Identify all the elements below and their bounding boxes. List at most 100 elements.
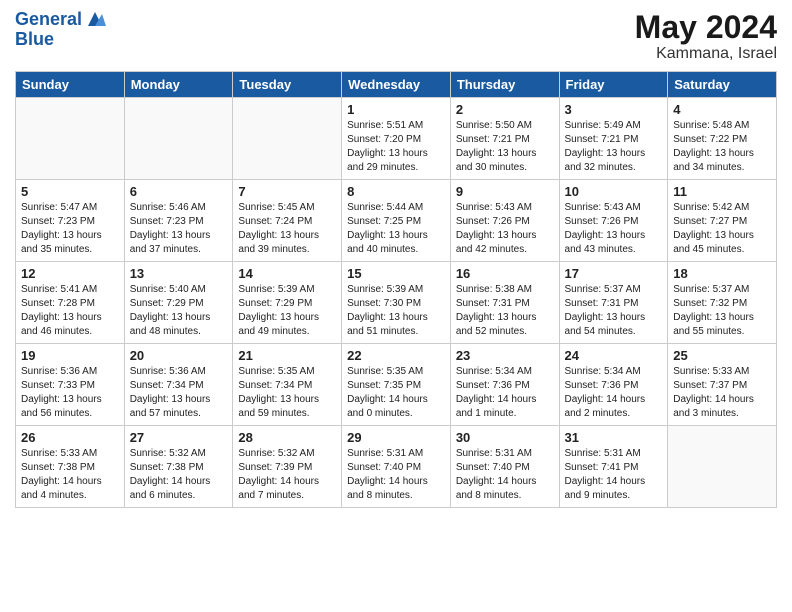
day-number: 6 [130,184,228,199]
location: Kammana, Israel [635,45,777,63]
day-number: 2 [456,102,554,117]
day-info: Sunrise: 5:35 AM Sunset: 7:35 PM Dayligh… [347,365,445,421]
calendar-cell: 12Sunrise: 5:41 AM Sunset: 7:28 PM Dayli… [16,262,125,344]
day-info: Sunrise: 5:37 AM Sunset: 7:31 PM Dayligh… [565,283,663,339]
logo-text: General [15,10,82,30]
day-number: 13 [130,266,228,281]
day-number: 15 [347,266,445,281]
calendar-page: General Blue May 2024 Kammana, Israel Su… [0,0,792,612]
calendar-cell: 23 Sunrise: 5:34 AM Sunset: 7:36 PM Dayli… [450,344,559,426]
day-number: 18 [673,266,771,281]
calendar-cell: 26 Sunrise: 5:33 AM Sunset: 7:38 PM Dayli… [16,426,125,508]
day-number: 7 [238,184,336,199]
day-info: Sunrise: 5:32 AM Sunset: 7:39 PM Dayligh… [238,447,336,503]
day-info: Sunrise: 5:32 AM Sunset: 7:38 PM Dayligh… [130,447,228,503]
calendar-cell [233,98,342,180]
day-number: 3 [565,102,663,117]
day-info: Sunrise: 5:39 AM Sunset: 7:30 PM Dayligh… [347,283,445,339]
day-info: Sunrise: 5:46 AM Sunset: 7:23 PM Dayligh… [130,201,228,257]
day-info: Sunrise: 5:47 AM Sunset: 7:23 PM Dayligh… [21,201,119,257]
calendar-cell: 19 Sunrise: 5:36 AM Sunset: 7:33 PM Dayli… [16,344,125,426]
day-number: 26 [21,430,119,445]
day-info: Sunrise: 5:36 AM Sunset: 7:34 PM Dayligh… [130,365,228,421]
day-number: 1 [347,102,445,117]
calendar-body: 1 Sunrise: 5:51 AM Sunset: 7:20 PM Daylig… [16,98,777,508]
day-number: 21 [238,348,336,363]
day-info: Sunrise: 5:34 AM Sunset: 7:36 PM Dayligh… [456,365,554,421]
header-saturday: Saturday [668,72,777,98]
calendar-cell: 6 Sunrise: 5:46 AM Sunset: 7:23 PM Daylig… [124,180,233,262]
calendar-cell: 5 Sunrise: 5:47 AM Sunset: 7:23 PM Daylig… [16,180,125,262]
day-number: 14 [238,266,336,281]
day-number: 30 [456,430,554,445]
calendar-cell: 31Sunrise: 5:31 AM Sunset: 7:41 PM Dayli… [559,426,668,508]
day-number: 8 [347,184,445,199]
day-info: Sunrise: 5:48 AM Sunset: 7:22 PM Dayligh… [673,119,771,175]
calendar-cell: 3Sunrise: 5:49 AM Sunset: 7:21 PM Daylig… [559,98,668,180]
calendar-cell: 4 Sunrise: 5:48 AM Sunset: 7:22 PM Daylig… [668,98,777,180]
calendar-cell: 1 Sunrise: 5:51 AM Sunset: 7:20 PM Daylig… [342,98,451,180]
calendar-cell: 24 Sunrise: 5:34 AM Sunset: 7:36 PM Dayli… [559,344,668,426]
day-info: Sunrise: 5:51 AM Sunset: 7:20 PM Dayligh… [347,119,445,175]
calendar-cell: 22 Sunrise: 5:35 AM Sunset: 7:35 PM Dayli… [342,344,451,426]
day-number: 31 [565,430,663,445]
day-info: Sunrise: 5:43 AM Sunset: 7:26 PM Dayligh… [456,201,554,257]
calendar-table: Sunday Monday Tuesday Wednesday Thursday… [15,71,777,508]
title-area: May 2024 Kammana, Israel [635,10,777,63]
day-info: Sunrise: 5:39 AM Sunset: 7:29 PM Dayligh… [238,283,336,339]
day-info: Sunrise: 5:43 AM Sunset: 7:26 PM Dayligh… [565,201,663,257]
calendar-cell: 25 Sunrise: 5:33 AM Sunset: 7:37 PM Dayli… [668,344,777,426]
day-number: 25 [673,348,771,363]
calendar-cell: 27 Sunrise: 5:32 AM Sunset: 7:38 PM Dayli… [124,426,233,508]
calendar-week-5: 26 Sunrise: 5:33 AM Sunset: 7:38 PM Dayli… [16,426,777,508]
day-number: 19 [21,348,119,363]
calendar-cell: 17Sunrise: 5:37 AM Sunset: 7:31 PM Dayli… [559,262,668,344]
day-info: Sunrise: 5:36 AM Sunset: 7:33 PM Dayligh… [21,365,119,421]
header-wednesday: Wednesday [342,72,451,98]
day-number: 11 [673,184,771,199]
calendar-cell: 28 Sunrise: 5:32 AM Sunset: 7:39 PM Dayli… [233,426,342,508]
calendar-cell: 30 Sunrise: 5:31 AM Sunset: 7:40 PM Dayli… [450,426,559,508]
calendar-cell: 29 Sunrise: 5:31 AM Sunset: 7:40 PM Dayli… [342,426,451,508]
calendar-week-4: 19 Sunrise: 5:36 AM Sunset: 7:33 PM Dayli… [16,344,777,426]
header-friday: Friday [559,72,668,98]
calendar-cell [124,98,233,180]
day-info: Sunrise: 5:34 AM Sunset: 7:36 PM Dayligh… [565,365,663,421]
header: General Blue May 2024 Kammana, Israel [15,10,777,63]
day-number: 12 [21,266,119,281]
day-info: Sunrise: 5:35 AM Sunset: 7:34 PM Dayligh… [238,365,336,421]
calendar-week-2: 5 Sunrise: 5:47 AM Sunset: 7:23 PM Daylig… [16,180,777,262]
day-info: Sunrise: 5:37 AM Sunset: 7:32 PM Dayligh… [673,283,771,339]
calendar-cell: 14 Sunrise: 5:39 AM Sunset: 7:29 PM Dayli… [233,262,342,344]
day-number: 24 [565,348,663,363]
day-number: 22 [347,348,445,363]
day-number: 9 [456,184,554,199]
calendar-cell: 18 Sunrise: 5:37 AM Sunset: 7:32 PM Dayli… [668,262,777,344]
day-info: Sunrise: 5:42 AM Sunset: 7:27 PM Dayligh… [673,201,771,257]
calendar-cell: 2Sunrise: 5:50 AM Sunset: 7:21 PM Daylig… [450,98,559,180]
calendar-cell: 11 Sunrise: 5:42 AM Sunset: 7:27 PM Dayli… [668,180,777,262]
calendar-cell: 16Sunrise: 5:38 AM Sunset: 7:31 PM Dayli… [450,262,559,344]
day-info: Sunrise: 5:31 AM Sunset: 7:40 PM Dayligh… [347,447,445,503]
day-number: 23 [456,348,554,363]
day-number: 29 [347,430,445,445]
calendar-week-1: 1 Sunrise: 5:51 AM Sunset: 7:20 PM Daylig… [16,98,777,180]
day-number: 27 [130,430,228,445]
day-info: Sunrise: 5:33 AM Sunset: 7:38 PM Dayligh… [21,447,119,503]
calendar-cell [668,426,777,508]
calendar-cell: 13 Sunrise: 5:40 AM Sunset: 7:29 PM Dayli… [124,262,233,344]
day-number: 5 [21,184,119,199]
calendar-cell: 21 Sunrise: 5:35 AM Sunset: 7:34 PM Dayli… [233,344,342,426]
day-info: Sunrise: 5:40 AM Sunset: 7:29 PM Dayligh… [130,283,228,339]
day-number: 28 [238,430,336,445]
calendar-cell: 8Sunrise: 5:44 AM Sunset: 7:25 PM Daylig… [342,180,451,262]
day-info: Sunrise: 5:31 AM Sunset: 7:40 PM Dayligh… [456,447,554,503]
calendar-cell [16,98,125,180]
day-info: Sunrise: 5:33 AM Sunset: 7:37 PM Dayligh… [673,365,771,421]
logo: General Blue [15,10,106,50]
day-number: 4 [673,102,771,117]
month-title: May 2024 [635,10,777,45]
logo-icon [84,8,106,30]
header-monday: Monday [124,72,233,98]
day-info: Sunrise: 5:38 AM Sunset: 7:31 PM Dayligh… [456,283,554,339]
